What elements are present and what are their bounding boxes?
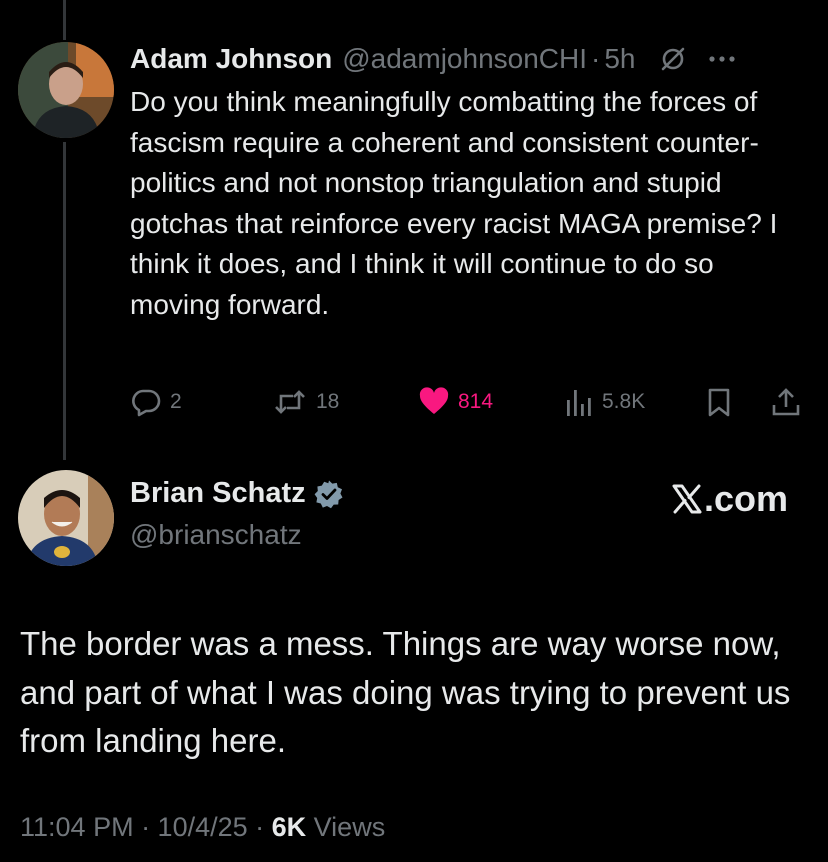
slash-circle-icon[interactable] — [658, 44, 688, 74]
like-button[interactable]: 814 — [418, 382, 493, 422]
reply-tweet-text: Do you think meaningfully combatting the… — [130, 86, 778, 320]
reply-count: 2 — [170, 390, 182, 413]
repost-button[interactable]: 18 — [272, 382, 339, 422]
main-tweet-text: The border was a mess. Things are way wo… — [20, 625, 791, 759]
views-button[interactable]: 5.8K — [564, 382, 645, 422]
share-icon — [770, 386, 802, 418]
tweet-timestamp[interactable]: 11:04 PM · 10/4/25 · — [20, 812, 272, 842]
bookmark-icon — [704, 386, 734, 418]
bar-chart-icon — [564, 386, 594, 418]
heart-icon — [418, 386, 450, 418]
verified-badge-icon[interactable] — [314, 479, 344, 509]
main-author-handle[interactable]: @brianschatz — [130, 519, 302, 551]
tweet-views-label: Views — [306, 812, 386, 842]
bookmark-button[interactable] — [704, 382, 734, 422]
thread-line-top — [63, 0, 66, 40]
x-logo-icon — [672, 484, 702, 514]
reply-header: Adam Johnson @adamjohnsonCHI · 5h — [130, 38, 820, 80]
reply-time[interactable]: 5h — [604, 43, 635, 75]
main-author-name-row: Brian Schatz — [130, 477, 344, 510]
comment-bubble-icon — [130, 386, 162, 418]
reply-author-handle[interactable]: @adamjohnsonCHI — [342, 43, 587, 75]
tweet-meta: 11:04 PM · 10/4/25 · 6K Views — [20, 812, 385, 843]
repost-icon — [272, 386, 308, 418]
like-count: 814 — [458, 390, 494, 413]
share-button[interactable] — [770, 382, 802, 422]
views-count: 5.8K — [602, 390, 646, 413]
main-author-name[interactable]: Brian Schatz — [130, 477, 306, 510]
separator-dot: · — [591, 43, 601, 74]
more-dots-icon[interactable] — [708, 54, 736, 64]
repost-count: 18 — [316, 390, 340, 413]
reply-button[interactable]: 2 — [130, 382, 182, 422]
main-author-avatar[interactable] — [18, 470, 114, 566]
x-com-logo: .com — [672, 478, 788, 520]
reply-author-avatar[interactable] — [18, 42, 114, 138]
x-com-brand-text: .com — [703, 478, 788, 519]
tweet-views-count: 6K — [271, 812, 307, 842]
thread-line-bottom — [63, 142, 66, 460]
reply-author-name[interactable]: Adam Johnson — [130, 43, 332, 75]
reply-action-bar: 2 18 814 5.8K — [130, 382, 810, 422]
